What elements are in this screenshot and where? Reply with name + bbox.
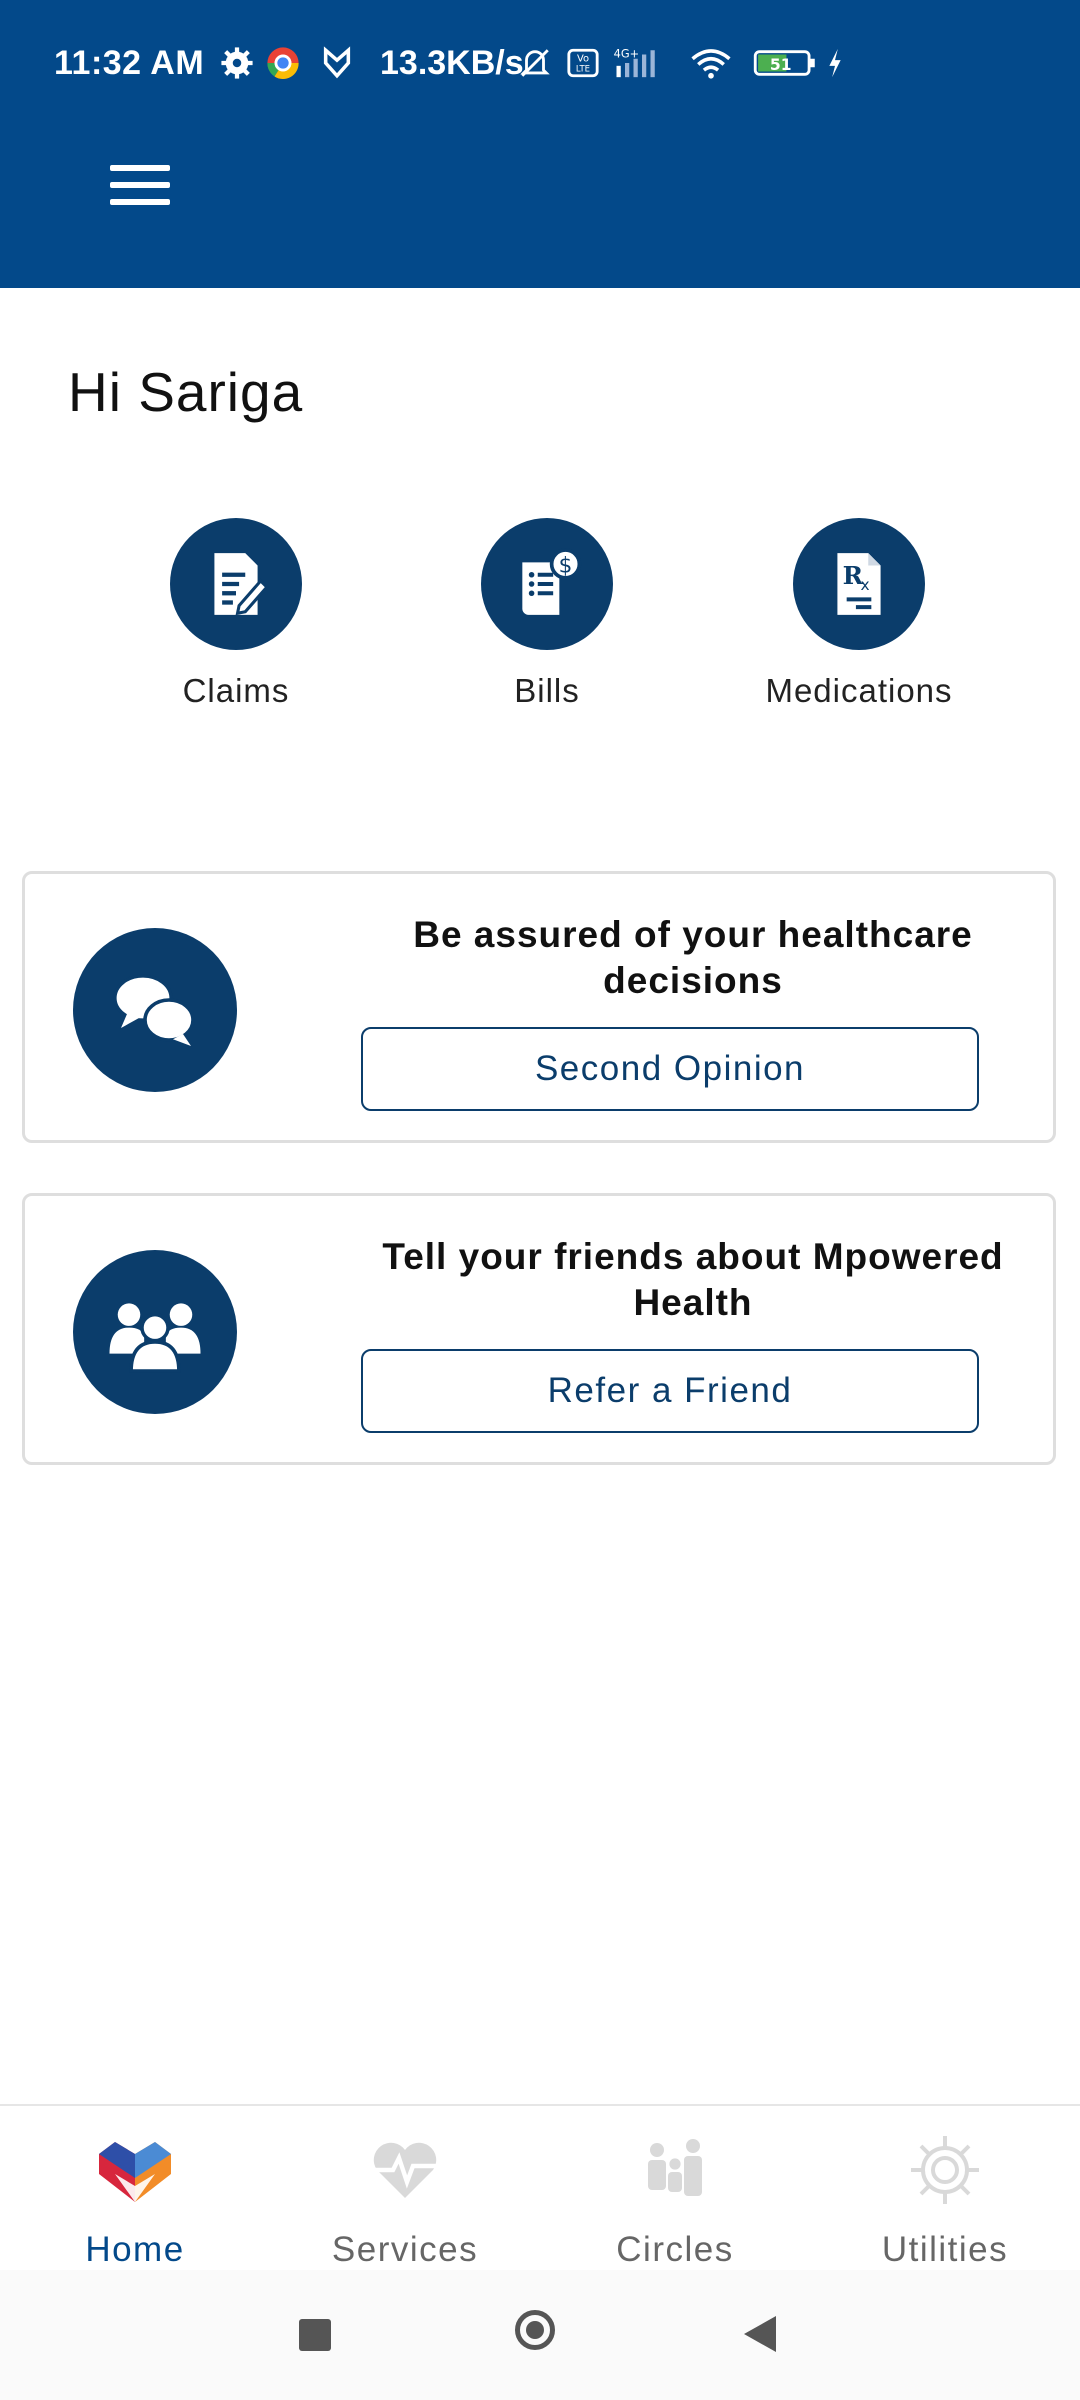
bottom-navigation: Home Services Circles Utilities bbox=[0, 2104, 1080, 2272]
prescription-icon[interactable]: R x bbox=[793, 518, 925, 650]
network-speed: 13.3KB/s bbox=[380, 44, 524, 82]
svg-text:x: x bbox=[861, 576, 870, 594]
app-header: 11:32 AM 13.3KB/s Vo LTE 4G+ 51 bbox=[0, 0, 1080, 288]
mute-icon bbox=[520, 49, 550, 77]
status-time: 11:32 AM bbox=[54, 44, 205, 82]
chat-bubbles-icon bbox=[73, 928, 237, 1092]
volte-icon: VoLTE bbox=[567, 48, 599, 78]
nav-services[interactable]: Services bbox=[270, 2106, 540, 2272]
card-title: Tell your friends about Mpowered Health bbox=[382, 1236, 1004, 1323]
heartbeat-icon[interactable] bbox=[365, 2130, 445, 2210]
shortcut-label: Medications bbox=[765, 672, 953, 709]
svg-text:Vo: Vo bbox=[577, 54, 589, 65]
refer-friend-card: Tell your friends about Mpowered Health … bbox=[22, 1193, 1056, 1465]
bill-dollar-icon[interactable]: $ bbox=[481, 518, 613, 650]
charging-icon bbox=[829, 48, 841, 78]
card-title: Be assured of your healthcare decisions bbox=[413, 914, 973, 1001]
svg-text:$: $ bbox=[559, 554, 573, 579]
settings-gear-icon[interactable] bbox=[905, 2130, 985, 2210]
signal-4g-icon: 4G+ bbox=[614, 46, 655, 78]
shield-icon bbox=[323, 46, 351, 79]
system-navigation-bar bbox=[0, 2270, 1080, 2400]
shortcut-medications[interactable]: R x Medications bbox=[734, 518, 984, 710]
claims-document-icon[interactable] bbox=[170, 518, 302, 650]
nav-circles[interactable]: Circles bbox=[540, 2106, 810, 2272]
home-logo-icon[interactable] bbox=[95, 2130, 175, 2210]
nav-label: Home bbox=[85, 2230, 185, 2269]
battery-level: 51 bbox=[770, 56, 792, 74]
svg-text:4G+: 4G+ bbox=[614, 46, 639, 60]
nav-label: Circles bbox=[616, 2230, 734, 2269]
nav-label: Services bbox=[331, 2230, 479, 2269]
second-opinion-button[interactable]: Second Opinion bbox=[361, 1027, 979, 1111]
status-bar: 11:32 AM 13.3KB/s Vo LTE 4G+ 51 bbox=[0, 0, 1080, 130]
shortcut-claims[interactable]: Claims bbox=[111, 518, 361, 710]
nav-utilities[interactable]: Utilities bbox=[810, 2106, 1080, 2272]
nav-home[interactable]: Home bbox=[0, 2106, 270, 2272]
family-icon[interactable] bbox=[635, 2130, 715, 2210]
home-circle-icon[interactable] bbox=[515, 2310, 555, 2350]
greeting-text: Hi Sariga bbox=[68, 361, 304, 423]
group-people-icon bbox=[73, 1250, 237, 1414]
shortcut-label: Bills bbox=[514, 672, 580, 709]
back-triangle-icon[interactable] bbox=[742, 2314, 778, 2354]
recent-apps-icon[interactable] bbox=[299, 2319, 331, 2351]
shortcut-bills[interactable]: $ Bills bbox=[422, 518, 672, 710]
chrome-icon bbox=[267, 47, 299, 79]
gear-icon bbox=[221, 47, 253, 79]
nav-label: Utilities bbox=[881, 2230, 1009, 2269]
battery-icon: 51 bbox=[753, 50, 815, 76]
svg-text:LTE: LTE bbox=[576, 65, 590, 75]
shortcut-label: Claims bbox=[182, 672, 290, 709]
wifi-icon bbox=[691, 49, 731, 79]
second-opinion-card: Be assured of your healthcare decisions … bbox=[22, 871, 1056, 1143]
hamburger-menu-icon[interactable] bbox=[110, 165, 170, 219]
refer-friend-button[interactable]: Refer a Friend bbox=[361, 1349, 979, 1433]
